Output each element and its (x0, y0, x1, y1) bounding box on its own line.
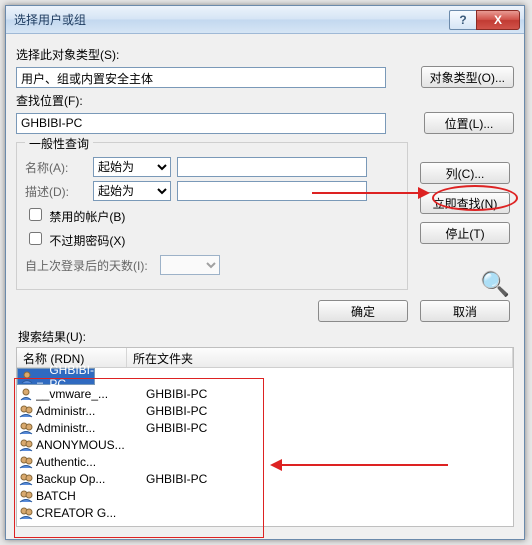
description-label: 描述(D): (25, 183, 87, 200)
location-field: GHBIBI-PC (16, 113, 386, 134)
close-button[interactable]: X (476, 10, 520, 30)
columns-button[interactable]: 列(C)... (420, 162, 510, 184)
cell-name: Backup Op... (36, 472, 140, 486)
cell-name: Administr... (36, 404, 140, 418)
name-mode-select[interactable]: 起始为 (93, 157, 171, 177)
description-input[interactable] (177, 181, 367, 201)
table-row[interactable]: Administr...GHBIBI-PC (17, 419, 513, 436)
cell-folder: GHBIBI-PC (140, 472, 207, 486)
group-icon (19, 506, 33, 520)
days-since-logon-select (160, 255, 220, 275)
cell-folder: GHBIBI-PC (140, 404, 207, 418)
locations-button[interactable]: 位置(L)... (424, 112, 514, 134)
column-header-folder[interactable]: 所在文件夹 (127, 348, 513, 367)
table-row[interactable]: __vmware_...GHBIBI-PC (17, 385, 513, 402)
results-table: 名称 (RDN) 所在文件夹 __vmware__GHBIBI-PC__vmwa… (16, 347, 514, 527)
cell-name: Administr... (36, 421, 140, 435)
user-icon (19, 387, 33, 401)
cell-name: CREATOR G... (36, 506, 140, 520)
search-icon: 🔍 (480, 270, 510, 299)
table-row[interactable]: Authentic... (17, 453, 513, 470)
cell-name: ANONYMOUS... (36, 438, 140, 452)
titlebar: 选择用户或组 ? X (6, 6, 524, 34)
table-row[interactable]: __vmware__GHBIBI-PC (17, 368, 95, 385)
object-type-label: 选择此对象类型(S): (16, 46, 514, 63)
cancel-button[interactable]: 取消 (420, 300, 510, 322)
table-row[interactable]: ANONYMOUS... (17, 436, 513, 453)
cell-folder: GHBIBI-PC (140, 387, 207, 401)
group-icon (19, 472, 33, 486)
common-queries-group: 一般性查询 名称(A): 起始为 描述(D): 起始为 禁用的帐户(B) 不过期… (16, 142, 408, 290)
name-input[interactable] (177, 157, 367, 177)
days-since-logon-label: 自上次登录后的天数(I): (25, 257, 148, 274)
description-mode-select[interactable]: 起始为 (93, 181, 171, 201)
group-legend: 一般性查询 (25, 135, 93, 152)
find-now-button[interactable]: 立即查找(N) (420, 192, 510, 214)
table-row[interactable]: Administr...GHBIBI-PC (17, 402, 513, 419)
cell-name: __vmware_... (36, 387, 140, 401)
group-icon (19, 455, 33, 469)
right-button-column: 列(C)... 立即查找(N) 停止(T) 🔍 (420, 162, 510, 299)
disabled-accounts-checkbox[interactable]: 禁用的帐户(B) (25, 205, 125, 225)
object-type-field: 用户、组或内置安全主体 (16, 67, 386, 88)
table-row[interactable]: BATCH (17, 487, 513, 504)
table-row[interactable]: CREATOR G... (17, 504, 513, 521)
cell-name: BATCH (36, 489, 140, 503)
ok-button[interactable]: 确定 (318, 300, 408, 322)
search-results-label: 搜索结果(U): (18, 328, 514, 345)
user-icon (20, 370, 34, 384)
cell-name: Authentic... (36, 455, 140, 469)
group-icon (19, 421, 33, 435)
dialog-window: 选择用户或组 ? X 选择此对象类型(S): 用户、组或内置安全主体 对象类型(… (5, 5, 525, 540)
group-icon (19, 404, 33, 418)
name-label: 名称(A): (25, 159, 87, 176)
stop-button[interactable]: 停止(T) (420, 222, 510, 244)
help-button[interactable]: ? (449, 10, 477, 30)
cell-folder: GHBIBI-PC (140, 421, 207, 435)
location-label: 查找位置(F): (16, 92, 514, 109)
table-row[interactable]: Backup Op...GHBIBI-PC (17, 470, 513, 487)
non-expiring-password-checkbox[interactable]: 不过期密码(X) (25, 229, 125, 249)
window-title: 选择用户或组 (14, 11, 449, 28)
group-icon (19, 438, 33, 452)
object-types-button[interactable]: 对象类型(O)... (421, 66, 514, 88)
group-icon (19, 489, 33, 503)
